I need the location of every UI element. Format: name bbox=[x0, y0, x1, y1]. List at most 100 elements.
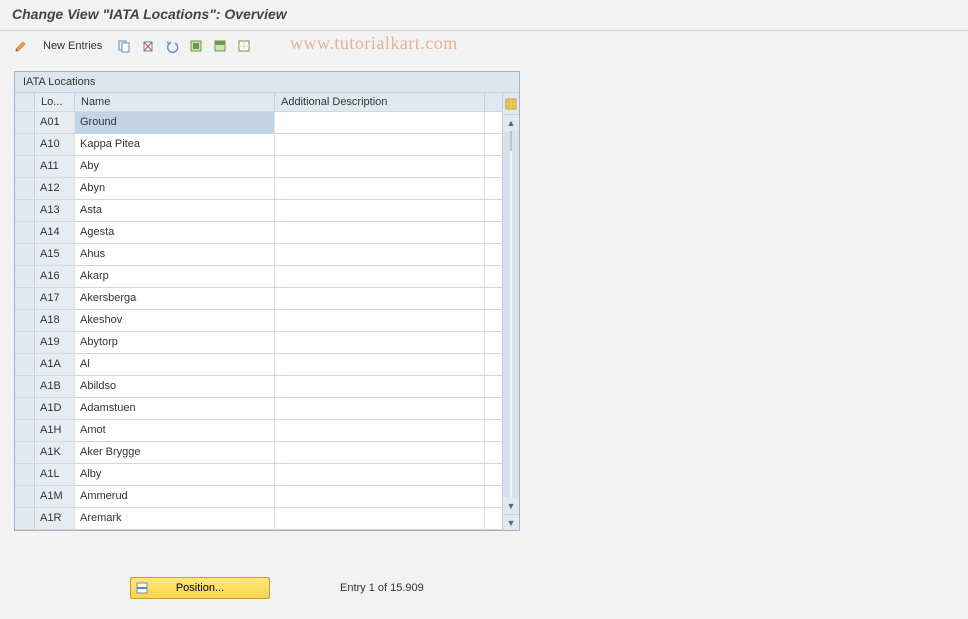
cell-desc[interactable] bbox=[275, 266, 485, 287]
cell-lo[interactable]: A01 bbox=[35, 112, 75, 133]
scroll-up-button[interactable]: ▲ bbox=[503, 115, 519, 131]
scroll-down-half-button[interactable]: ▼ bbox=[503, 514, 519, 530]
cell-name[interactable]: Asta bbox=[75, 200, 275, 221]
column-header-desc[interactable]: Additional Description bbox=[275, 93, 485, 111]
column-header-lo[interactable]: Lo... bbox=[35, 93, 75, 111]
cell-desc[interactable] bbox=[275, 376, 485, 397]
undo-button[interactable] bbox=[161, 36, 183, 56]
cell-name[interactable]: Amot bbox=[75, 420, 275, 441]
column-header-name[interactable]: Name bbox=[75, 93, 275, 111]
cell-desc[interactable] bbox=[275, 288, 485, 309]
row-selector[interactable] bbox=[15, 112, 35, 133]
cell-lo[interactable]: A14 bbox=[35, 222, 75, 243]
cell-desc[interactable] bbox=[275, 134, 485, 155]
cell-desc[interactable] bbox=[275, 112, 485, 133]
table-row[interactable]: A11Aby bbox=[15, 156, 502, 178]
row-selector[interactable] bbox=[15, 134, 35, 155]
cell-desc[interactable] bbox=[275, 442, 485, 463]
cell-lo[interactable]: A17 bbox=[35, 288, 75, 309]
row-selector[interactable] bbox=[15, 222, 35, 243]
row-selector[interactable] bbox=[15, 376, 35, 397]
cell-lo[interactable]: A13 bbox=[35, 200, 75, 221]
row-selector[interactable] bbox=[15, 200, 35, 221]
scroll-thumb[interactable] bbox=[510, 131, 512, 151]
row-selector[interactable] bbox=[15, 442, 35, 463]
table-row[interactable]: A15Ahus bbox=[15, 244, 502, 266]
cell-lo[interactable]: A18 bbox=[35, 310, 75, 331]
select-block-button[interactable] bbox=[209, 36, 231, 56]
cell-desc[interactable] bbox=[275, 332, 485, 353]
column-selector[interactable] bbox=[15, 93, 35, 111]
row-selector[interactable] bbox=[15, 244, 35, 265]
table-row[interactable]: A1KAker Brygge bbox=[15, 442, 502, 464]
position-button[interactable]: Position... bbox=[130, 577, 270, 599]
cell-lo[interactable]: A1K bbox=[35, 442, 75, 463]
cell-name[interactable]: Abyn bbox=[75, 178, 275, 199]
row-selector[interactable] bbox=[15, 508, 35, 529]
table-row[interactable]: A1AAl bbox=[15, 354, 502, 376]
cell-name[interactable]: Agesta bbox=[75, 222, 275, 243]
table-row[interactable]: A1DAdamstuen bbox=[15, 398, 502, 420]
cell-name[interactable]: Aker Brygge bbox=[75, 442, 275, 463]
configure-columns-button[interactable] bbox=[503, 93, 519, 115]
cell-desc[interactable] bbox=[275, 464, 485, 485]
cell-name[interactable]: Akarp bbox=[75, 266, 275, 287]
table-row[interactable]: A14Agesta bbox=[15, 222, 502, 244]
table-row[interactable]: A12Abyn bbox=[15, 178, 502, 200]
cell-lo[interactable]: A1H bbox=[35, 420, 75, 441]
cell-name[interactable]: Ahus bbox=[75, 244, 275, 265]
cell-name[interactable]: Akeshov bbox=[75, 310, 275, 331]
row-selector[interactable] bbox=[15, 398, 35, 419]
cell-desc[interactable] bbox=[275, 420, 485, 441]
cell-lo[interactable]: A1R bbox=[35, 508, 75, 529]
cell-lo[interactable]: A15 bbox=[35, 244, 75, 265]
copy-as-button[interactable] bbox=[113, 36, 135, 56]
table-row[interactable]: A1HAmot bbox=[15, 420, 502, 442]
table-row[interactable]: A18Akeshov bbox=[15, 310, 502, 332]
cell-desc[interactable] bbox=[275, 508, 485, 529]
table-row[interactable]: A01Ground bbox=[15, 112, 502, 134]
cell-desc[interactable] bbox=[275, 200, 485, 221]
cell-name[interactable]: Aremark bbox=[75, 508, 275, 529]
scroll-down-button[interactable]: ▼ bbox=[503, 498, 519, 514]
cell-lo[interactable]: A1A bbox=[35, 354, 75, 375]
cell-desc[interactable] bbox=[275, 222, 485, 243]
table-row[interactable]: A19Abytorp bbox=[15, 332, 502, 354]
table-row[interactable]: A1MAmmerud bbox=[15, 486, 502, 508]
cell-name[interactable]: Aby bbox=[75, 156, 275, 177]
toggle-change-mode-button[interactable] bbox=[10, 36, 32, 56]
cell-desc[interactable] bbox=[275, 398, 485, 419]
cell-desc[interactable] bbox=[275, 486, 485, 507]
cell-desc[interactable] bbox=[275, 244, 485, 265]
table-row[interactable]: A17Akersberga bbox=[15, 288, 502, 310]
row-selector[interactable] bbox=[15, 420, 35, 441]
row-selector[interactable] bbox=[15, 310, 35, 331]
cell-name[interactable]: Kappa Pitea bbox=[75, 134, 275, 155]
row-selector[interactable] bbox=[15, 178, 35, 199]
cell-name[interactable]: Al bbox=[75, 354, 275, 375]
cell-lo[interactable]: A12 bbox=[35, 178, 75, 199]
cell-desc[interactable] bbox=[275, 178, 485, 199]
delete-button[interactable] bbox=[137, 36, 159, 56]
cell-name[interactable]: Alby bbox=[75, 464, 275, 485]
row-selector[interactable] bbox=[15, 288, 35, 309]
table-row[interactable]: A1RAremark bbox=[15, 508, 502, 530]
select-all-button[interactable] bbox=[185, 36, 207, 56]
scroll-track[interactable] bbox=[510, 131, 512, 498]
table-row[interactable]: A13Asta bbox=[15, 200, 502, 222]
row-selector[interactable] bbox=[15, 464, 35, 485]
cell-lo[interactable]: A1L bbox=[35, 464, 75, 485]
cell-lo[interactable]: A16 bbox=[35, 266, 75, 287]
cell-lo[interactable]: A1M bbox=[35, 486, 75, 507]
table-row[interactable]: A16Akarp bbox=[15, 266, 502, 288]
cell-name[interactable]: Ammerud bbox=[75, 486, 275, 507]
cell-desc[interactable] bbox=[275, 310, 485, 331]
vertical-scrollbar[interactable]: ▲ ▼ ▼ bbox=[502, 93, 519, 530]
cell-name[interactable]: Abytorp bbox=[75, 332, 275, 353]
table-row[interactable]: A10Kappa Pitea bbox=[15, 134, 502, 156]
row-selector[interactable] bbox=[15, 332, 35, 353]
cell-desc[interactable] bbox=[275, 156, 485, 177]
cell-name[interactable]: Ground bbox=[75, 112, 275, 133]
row-selector[interactable] bbox=[15, 156, 35, 177]
new-entries-button[interactable]: New Entries bbox=[34, 36, 111, 56]
